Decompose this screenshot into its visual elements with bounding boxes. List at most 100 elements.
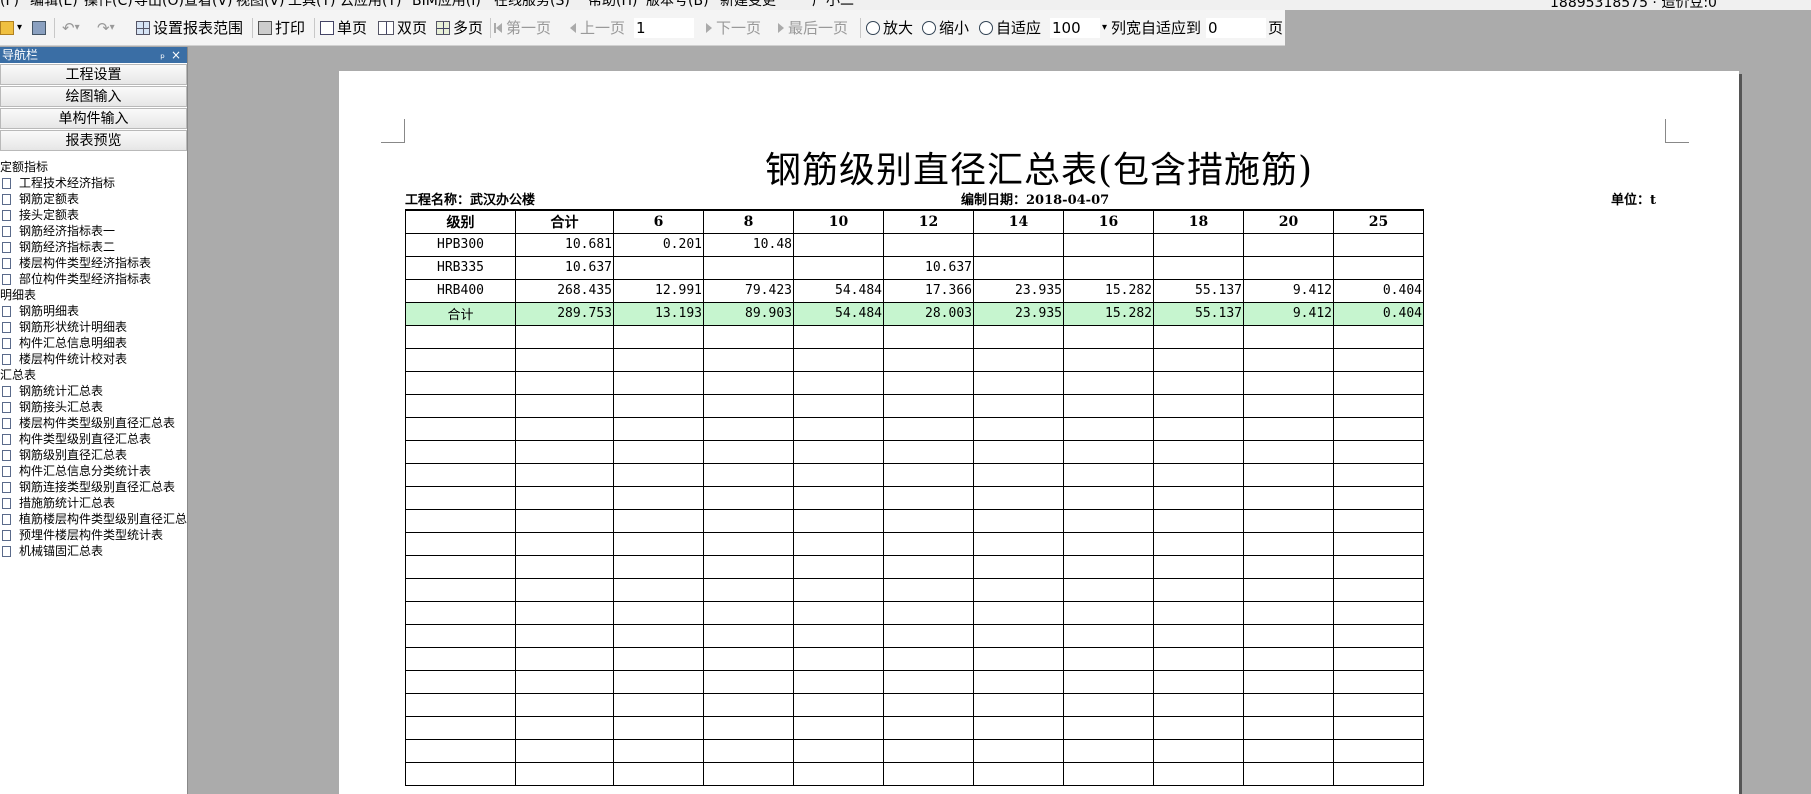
account-info[interactable]: 18895318575 · 造价豆:0	[1550, 0, 1717, 10]
table-cell	[1243, 347, 1334, 372]
nav-button-component-input[interactable]: 单构件输入	[0, 108, 187, 129]
close-icon[interactable]: ×	[171, 47, 181, 63]
table-cell: HRB400	[405, 278, 516, 303]
table-cell: 79.423	[703, 278, 794, 303]
table-cell	[405, 508, 516, 533]
fit-button[interactable]: 自适应	[979, 18, 1041, 38]
tree-item[interactable]: 钢筋连接类型级别直径汇总表	[0, 479, 187, 495]
prev-arrow-icon	[570, 23, 576, 33]
column-fit-input[interactable]: 0	[1206, 18, 1266, 38]
page-number-input[interactable]: 1	[634, 18, 694, 38]
tree-item[interactable]: 构件类型级别直径汇总表	[0, 431, 187, 447]
tree-item-label: 构件汇总信息分类统计表	[19, 464, 152, 478]
menu-item[interactable]: 云应用(Y)	[340, 0, 401, 10]
tree-item[interactable]: 部位构件类型经济指标表	[0, 271, 187, 287]
last-page-label: 最后一页	[788, 19, 849, 37]
menu-item[interactable]: (F)	[0, 0, 19, 10]
tree-item[interactable]: 构件汇总信息分类统计表	[0, 463, 187, 479]
undo-button[interactable]: ↶ ▾	[62, 18, 84, 38]
tree-item[interactable]: 钢筋经济指标表一	[0, 223, 187, 239]
tree-item[interactable]: 机械锚固汇总表	[0, 543, 187, 559]
nav-button-drawing-input[interactable]: 绘图输入	[0, 86, 187, 107]
single-page-button[interactable]: 单页	[320, 18, 367, 38]
column-fit-label: 列宽自适应到	[1111, 19, 1202, 37]
menu-item[interactable]: 新建变更	[720, 0, 776, 10]
tree-item[interactable]: 楼层构件统计校对表	[0, 351, 187, 367]
tree-group[interactable]: 定额指标	[0, 159, 187, 175]
nav-button-report-preview[interactable]: 报表预览	[0, 130, 187, 151]
tree-item[interactable]: 钢筋经济指标表二	[0, 239, 187, 255]
table-cell	[973, 761, 1064, 786]
table-cell	[973, 416, 1064, 441]
tree-item[interactable]: 接头定额表	[0, 207, 187, 223]
table-cell	[703, 715, 794, 740]
zoom-in-button[interactable]: 放大	[866, 18, 913, 38]
menu-item[interactable]: 在线服务(S)	[494, 0, 570, 10]
tree-item[interactable]: 钢筋形状统计明细表	[0, 319, 187, 335]
menu-item[interactable]: 工具(T)	[288, 0, 335, 10]
prev-page-button[interactable]: 上一页	[570, 18, 625, 38]
multi-page-button[interactable]: 多页	[436, 18, 483, 38]
menu-item[interactable]: BIM应用(I)	[412, 0, 481, 10]
table-cell: 89.903	[703, 301, 794, 326]
table-cell: 10.681	[515, 232, 614, 257]
print-button[interactable]: 打印	[258, 18, 305, 38]
document-icon	[2, 241, 11, 253]
table-cell	[973, 669, 1064, 694]
tree-item[interactable]: 钢筋明细表	[0, 303, 187, 319]
tree-item[interactable]: 钢筋接头汇总表	[0, 399, 187, 415]
tree-group[interactable]: 明细表	[0, 287, 187, 303]
table-cell	[883, 508, 974, 533]
table-cell	[515, 692, 614, 717]
menu-item[interactable]: 视图(V)	[236, 0, 285, 10]
tree-item[interactable]: 钢筋统计汇总表	[0, 383, 187, 399]
tree-item[interactable]: 钢筋定额表	[0, 191, 187, 207]
menu-item[interactable]: 导出(O)	[134, 0, 184, 10]
column-fit-dropdown[interactable]: ▾ 列宽自适应到	[1102, 18, 1201, 38]
next-page-button[interactable]: 下一页	[706, 18, 761, 38]
zoom-input[interactable]: 100	[1050, 18, 1100, 38]
tree-group[interactable]: 汇总表	[0, 367, 187, 383]
menu-item[interactable]: 编辑(E)	[30, 0, 78, 10]
open-button[interactable]: ▾	[0, 18, 26, 38]
tree-item-label: 钢筋明细表	[19, 304, 80, 318]
table-cell	[1333, 646, 1424, 671]
tree-item[interactable]: 预埋件楼层构件类型统计表	[0, 527, 187, 543]
menu-item[interactable]: 广小二	[812, 0, 854, 10]
tree-item[interactable]: 楼层构件类型经济指标表	[0, 255, 187, 271]
tree-item[interactable]: 钢筋级别直径汇总表	[0, 447, 187, 463]
table-cell	[973, 554, 1064, 579]
menu-item[interactable]: 帮助(H)	[588, 0, 637, 10]
zoom-out-button[interactable]: 缩小	[922, 18, 969, 38]
menu-item[interactable]: 查看(V)	[184, 0, 233, 10]
tree-item-label: 构件汇总信息明细表	[19, 336, 128, 350]
menu-item[interactable]: 操作(C)	[84, 0, 133, 10]
dropdown-arrow-icon: ▾	[17, 22, 23, 33]
menu-item[interactable]: 版本号(B)	[646, 0, 709, 10]
last-page-button[interactable]: 最后一页	[778, 18, 848, 38]
tree-item[interactable]: 工程技术经济指标	[0, 175, 187, 191]
table-cell	[1243, 370, 1334, 395]
first-page-icon	[496, 23, 502, 33]
table-cell: HRB335	[405, 255, 516, 280]
table-cell	[515, 485, 614, 510]
table-cell	[703, 439, 794, 464]
document-icon	[2, 177, 11, 189]
tree-item[interactable]: 措施筋统计汇总表	[0, 495, 187, 511]
save-button[interactable]	[32, 18, 49, 38]
table-cell	[1153, 324, 1244, 349]
pin-icon[interactable]: ₚ	[160, 47, 165, 63]
table-cell	[1243, 439, 1334, 464]
first-page-button[interactable]: 第一页	[496, 18, 551, 38]
tree-item[interactable]: 植筋楼层构件类型级别直径汇总	[0, 511, 187, 527]
tree-item[interactable]: 楼层构件类型级别直径汇总表	[0, 415, 187, 431]
nav-button-project-settings[interactable]: 工程设置	[0, 64, 187, 85]
single-page-icon	[320, 21, 334, 35]
double-page-button[interactable]: 双页	[378, 18, 427, 38]
set-report-range-button[interactable]: 设置报表范围	[136, 18, 243, 38]
table-cell	[703, 692, 794, 717]
table-cell	[1333, 347, 1424, 372]
tree-item[interactable]: 构件汇总信息明细表	[0, 335, 187, 351]
search-icon	[979, 21, 993, 35]
redo-button[interactable]: ↷ ▾	[97, 18, 119, 38]
